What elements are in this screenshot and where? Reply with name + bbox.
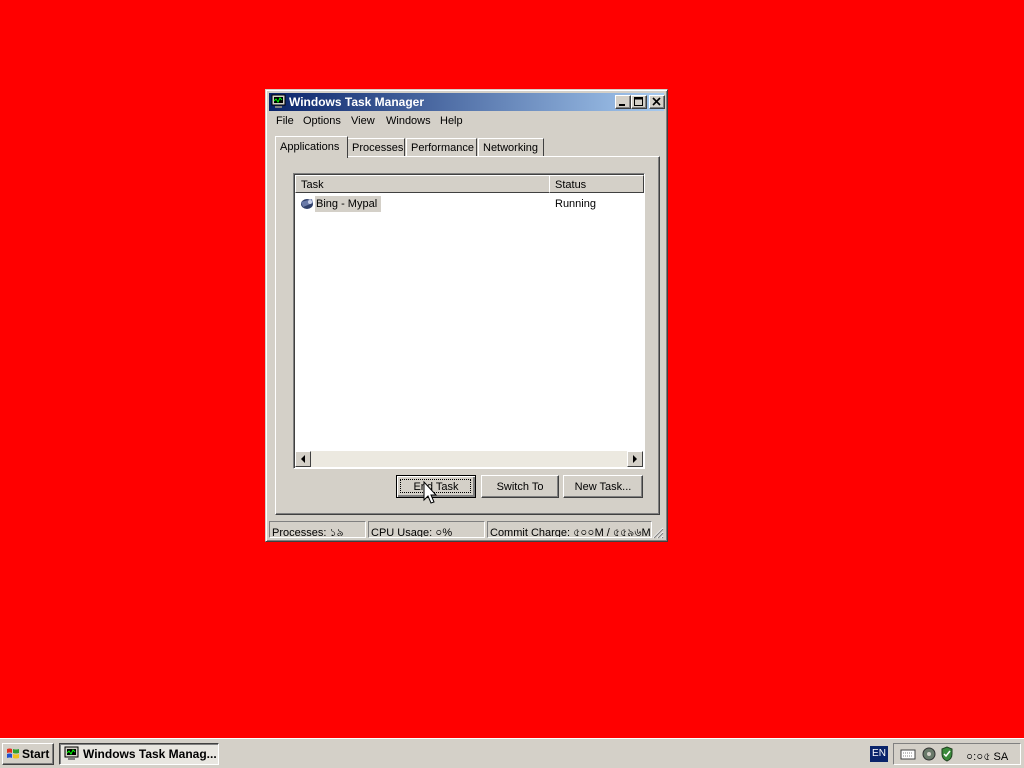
task-manager-icon [271,94,286,108]
menu-windows[interactable]: Windows [386,115,431,127]
taskbar-button-task-manager[interactable]: Windows Task Manag... [59,743,219,765]
maximize-icon [634,97,643,106]
network-icon[interactable] [921,746,937,762]
start-label: Start [22,747,50,761]
status-commit-charge: Commit Charge: ৫০০M / ৫৫৯৬M [487,521,652,538]
resize-grip-icon[interactable] [652,527,664,539]
status-bar: Processes: ১৯ CPU Usage: ০% Commit Charg… [269,520,664,539]
security-shield-icon[interactable] [939,746,955,762]
tab-applications[interactable]: Applications [275,136,348,158]
new-task-label: New Task... [574,481,632,493]
horizontal-scrollbar[interactable] [295,451,643,467]
task-manager-icon [64,746,79,760]
switch-to-label: Switch To [496,481,544,493]
new-task-button[interactable]: New Task... [563,475,643,498]
browser-icon [301,199,313,209]
keyboard-icon[interactable] [900,747,916,761]
close-icon [652,97,661,106]
task-name: Bing - Mypal [315,196,382,212]
minimize-icon [619,104,625,106]
tab-networking[interactable]: Networking [478,138,544,156]
maximize-button[interactable] [631,95,647,109]
menu-view[interactable]: View [351,115,375,127]
tab-processes[interactable]: Processes [347,138,405,156]
start-button[interactable]: Start [2,743,54,765]
close-button[interactable] [649,95,665,109]
minimize-button[interactable] [615,95,631,109]
scroll-right-button[interactable] [627,451,643,467]
taskbar-button-label: Windows Task Manag... [83,747,217,761]
windows-logo-icon [7,748,19,759]
menu-options[interactable]: Options [303,115,341,127]
title-bar[interactable]: Windows Task Manager [269,93,665,111]
status-cpu-usage: CPU Usage: ০% [368,521,485,538]
switch-to-button[interactable]: Switch To [481,475,559,498]
mouse-pointer-icon [423,481,437,504]
task-manager-window: Windows Task Manager File Options View W… [265,89,668,542]
taskbar: Start Windows Task Manag... EN ০:০৫ SA [0,738,1024,768]
column-header-task[interactable]: Task [295,175,550,193]
column-header-status[interactable]: Status [549,175,644,193]
system-tray: ০:০৫ SA [893,743,1021,765]
menu-bar: File Options View Windows Help [269,112,664,130]
arrow-right-icon [633,455,637,463]
status-processes: Processes: ১৯ [269,521,366,538]
menu-help[interactable]: Help [440,115,463,127]
task-status: Running [555,198,596,210]
menu-file[interactable]: File [276,115,294,127]
tab-performance[interactable]: Performance [406,138,477,156]
arrow-left-icon [301,455,305,463]
clock[interactable]: ০:০৫ SA [966,748,1008,767]
scroll-left-button[interactable] [295,451,311,467]
table-row[interactable]: Bing - Mypal Running [299,195,643,213]
task-list[interactable]: Task Status Bing - Mypal Running [293,173,645,469]
window-title: Windows Task Manager [289,95,425,109]
language-indicator[interactable]: EN [870,746,888,762]
